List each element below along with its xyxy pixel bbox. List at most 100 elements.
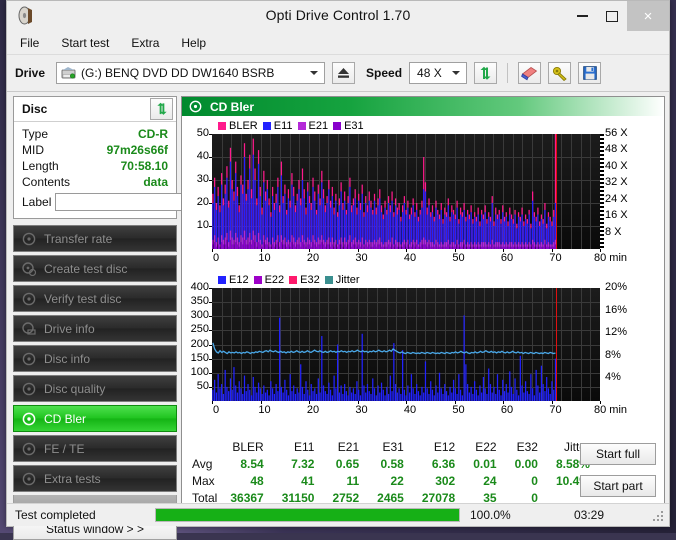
sidebar-item-label: FE / TE bbox=[44, 442, 84, 456]
y-tick-mark bbox=[209, 302, 212, 303]
y-tick-mark bbox=[209, 330, 212, 331]
title-bar: Opti Drive Control 1.70 × bbox=[7, 1, 669, 32]
save-button[interactable] bbox=[578, 62, 601, 84]
y2-tick-label: 8% bbox=[605, 349, 621, 361]
y-tick-label: 350 bbox=[182, 295, 209, 307]
speed-select[interactable]: 48 X bbox=[409, 62, 467, 84]
sidebar-item-drive-info[interactable]: Drive info bbox=[13, 315, 177, 342]
status-text: Test completed bbox=[15, 508, 155, 522]
chart-panel-header: CD Bler bbox=[182, 97, 664, 116]
erase-button[interactable] bbox=[518, 62, 541, 84]
menu-file[interactable]: File bbox=[17, 34, 42, 52]
chart-legend: E12E22E32Jitter bbox=[218, 274, 360, 286]
y-tick-mark bbox=[209, 180, 212, 181]
e12-chart[interactable]: E12E22E32Jitter501001502002503003504004%… bbox=[182, 268, 664, 426]
y2-tick-label: 32 X bbox=[605, 176, 628, 188]
x-tick-mark bbox=[406, 401, 407, 404]
save-icon bbox=[583, 66, 597, 80]
sidebar-item-label: Create test disc bbox=[44, 262, 127, 276]
progress-percent: 100.0% bbox=[470, 508, 520, 522]
eject-button[interactable] bbox=[332, 62, 355, 84]
cell-max-e21: 11 bbox=[323, 472, 368, 489]
x-tick-mark bbox=[503, 401, 504, 404]
minimize-button[interactable] bbox=[567, 1, 597, 31]
drive-icon bbox=[61, 66, 76, 80]
y2-tick-label: 16 X bbox=[605, 209, 628, 221]
application-window: Opti Drive Control 1.70 × File Start tes… bbox=[6, 0, 670, 527]
chevron-down-icon[interactable] bbox=[310, 71, 318, 75]
scan-position-marker bbox=[556, 134, 557, 249]
disc-key: Contents bbox=[22, 175, 70, 189]
y-tick-label: 200 bbox=[182, 338, 209, 350]
sidebar-item-disc-info[interactable]: Disc info bbox=[13, 345, 177, 372]
disc-row-type: Type CD-R bbox=[22, 126, 168, 142]
disc-quality-icon bbox=[22, 382, 36, 396]
col-e12: E12 bbox=[413, 440, 464, 455]
disc-key: Length bbox=[22, 159, 59, 173]
bler-chart[interactable]: BLERE11E21E3110203040508 X16 X24 X32 X40… bbox=[182, 116, 664, 268]
disc-value: CD-R bbox=[138, 127, 168, 141]
col-e32: E32 bbox=[506, 440, 547, 455]
y-tick-mark bbox=[209, 387, 212, 388]
sidebar-item-label: CD Bler bbox=[44, 412, 86, 426]
x-tick-label: 20 bbox=[293, 404, 333, 416]
chart-panel: CD Bler BLERE11E21E3110203040508 X16 X24… bbox=[181, 96, 665, 516]
cell-max-e31: 22 bbox=[368, 472, 413, 489]
legend-swatch bbox=[289, 276, 297, 284]
x-tick-label: 80 min bbox=[594, 252, 634, 264]
maximize-icon bbox=[606, 11, 618, 22]
maximize-button[interactable] bbox=[597, 1, 627, 31]
sidebar-item-cd-bler[interactable]: CD Bler bbox=[13, 405, 177, 432]
sidebar-item-label: Extra tests bbox=[44, 472, 101, 486]
x-tick-label: 70 bbox=[536, 252, 576, 264]
drive-select[interactable]: (G:) BENQ DVD DD DW1640 BSRB bbox=[56, 62, 325, 84]
disc-refresh-button[interactable] bbox=[150, 98, 173, 120]
sidebar-item-create-test-disc[interactable]: Create test disc bbox=[13, 255, 177, 282]
x-tick-label: 10 bbox=[245, 252, 285, 264]
series-layer bbox=[212, 134, 600, 249]
cell-avg-e21: 0.65 bbox=[323, 455, 368, 472]
legend-swatch bbox=[298, 122, 306, 130]
cd-bler-icon bbox=[189, 100, 202, 113]
x-tick-label: 10 bbox=[245, 404, 285, 416]
menu-start-test[interactable]: Start test bbox=[58, 34, 112, 52]
sidebar-item-transfer-rate[interactable]: Transfer rate bbox=[13, 225, 177, 252]
legend-label: E31 bbox=[344, 120, 364, 132]
left-panel: Disc Type CD-R MID 97m2 bbox=[13, 96, 177, 516]
y-tick-label: 250 bbox=[182, 323, 209, 335]
resize-grip-icon[interactable] bbox=[653, 511, 665, 523]
refresh-icon bbox=[155, 102, 169, 116]
y-tick-mark bbox=[209, 373, 212, 374]
drive-label: Drive bbox=[15, 66, 45, 80]
sidebar-item-verify-test-disc[interactable]: Verify test disc bbox=[13, 285, 177, 312]
row-label-avg: Avg bbox=[188, 455, 221, 472]
speed-label: Speed bbox=[366, 66, 402, 80]
disc-value: 70:58.10 bbox=[121, 159, 168, 173]
x-tick-label: 40 bbox=[390, 252, 430, 264]
plot-area bbox=[212, 134, 600, 249]
x-tick-mark bbox=[358, 401, 359, 404]
menu-bar: File Start test Extra Help bbox=[7, 32, 669, 55]
disc-rows: Type CD-R MID 97m26s66f Length 70:58.10 … bbox=[14, 122, 176, 218]
cd-bler-icon bbox=[22, 412, 36, 426]
toolbar: Drive (G:) BENQ DVD DD DW1640 BSRB Speed… bbox=[7, 55, 669, 92]
start-full-button[interactable]: Start full bbox=[580, 443, 656, 465]
y-tick-label: 40 bbox=[182, 150, 209, 162]
menu-help[interactable]: Help bbox=[178, 34, 209, 52]
cell-avg-bler: 8.54 bbox=[221, 455, 272, 472]
sidebar-item-disc-quality[interactable]: Disc quality bbox=[13, 375, 177, 402]
x-tick-label: 0 bbox=[196, 252, 236, 264]
disc-label-key: Label bbox=[22, 195, 51, 209]
close-button[interactable]: × bbox=[627, 1, 669, 31]
start-part-button[interactable]: Start part bbox=[580, 475, 656, 497]
x-tick-label: 50 bbox=[439, 404, 479, 416]
test-list: Transfer rate Create test disc Verify te… bbox=[13, 225, 177, 511]
sidebar-item-fe-te[interactable]: FE / TE bbox=[13, 435, 177, 462]
tools-button[interactable] bbox=[548, 62, 571, 84]
legend-item-bler: BLER bbox=[218, 120, 258, 132]
menu-extra[interactable]: Extra bbox=[128, 34, 162, 52]
table-row: Avg 8.54 7.32 0.65 0.58 6.36 0.01 0.00 8… bbox=[188, 455, 599, 472]
sidebar-item-extra-tests[interactable]: Extra tests bbox=[13, 465, 177, 492]
chevron-down-icon[interactable] bbox=[452, 71, 460, 75]
refresh-speed-button[interactable] bbox=[474, 62, 497, 84]
